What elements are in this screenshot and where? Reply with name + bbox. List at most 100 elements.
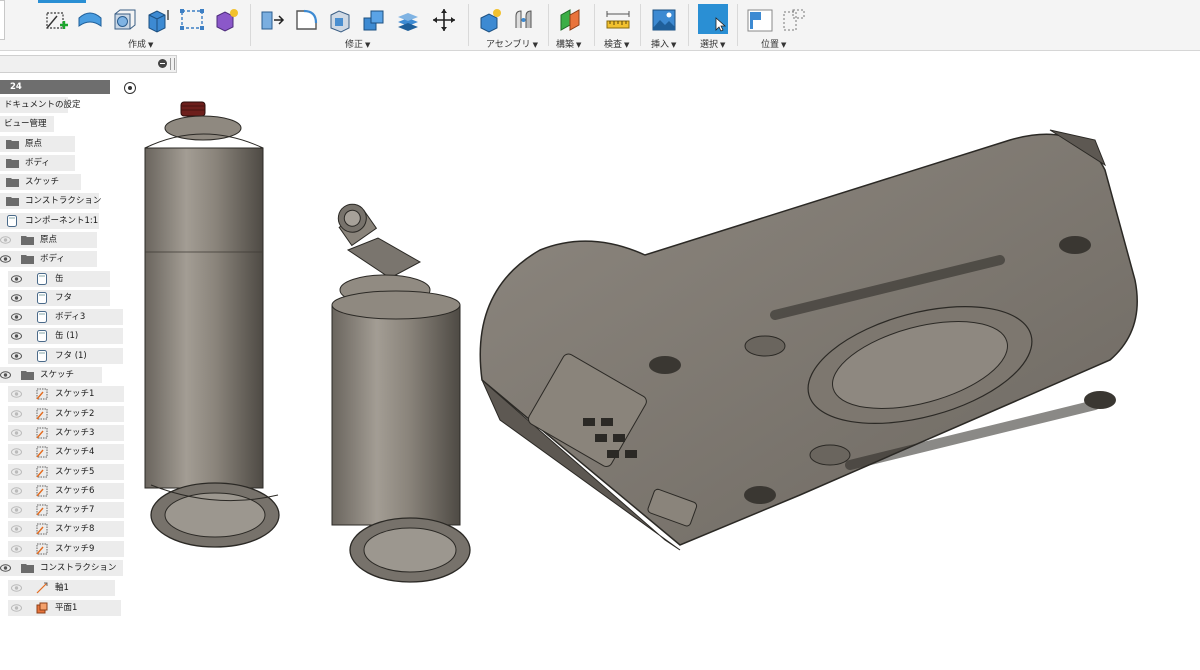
hidden-eye-icon[interactable]	[11, 583, 22, 593]
create-menu[interactable]: 作成 ▼	[128, 37, 153, 50]
move-icon	[433, 9, 455, 31]
body-icon	[7, 215, 17, 227]
browser-item-label: コンストラクション	[40, 563, 117, 573]
body-icon	[37, 273, 47, 285]
offset-plane-icon	[560, 9, 580, 31]
browser-item-label: 平面1	[55, 603, 78, 613]
shell-icon	[330, 10, 350, 33]
offset-plane-button[interactable]	[556, 6, 584, 34]
create-form-button[interactable]	[76, 6, 104, 34]
3d-viewport[interactable]	[120, 100, 1200, 600]
active-tab-indicator	[38, 0, 86, 3]
hidden-eye-icon[interactable]	[11, 409, 22, 419]
toolbar-divider	[594, 4, 595, 46]
toolbar-divider	[250, 4, 251, 46]
split-body-button[interactable]	[394, 6, 422, 34]
folder-icon	[6, 178, 19, 187]
visibility-eye-icon[interactable]	[0, 254, 11, 264]
hidden-eye-icon[interactable]	[11, 486, 22, 496]
folder-icon	[6, 140, 19, 149]
measure-button[interactable]	[604, 6, 632, 34]
visibility-eye-icon[interactable]	[0, 370, 11, 380]
visibility-eye-icon[interactable]	[11, 293, 22, 303]
hidden-eye-icon[interactable]	[11, 447, 22, 457]
combine-button[interactable]	[360, 6, 388, 34]
press-pull-button[interactable]	[258, 6, 286, 34]
axis-icon	[36, 582, 48, 594]
folder-icon	[21, 255, 34, 264]
body-icon	[37, 311, 47, 323]
browser-item-label: ボディ3	[55, 312, 86, 322]
visibility-eye-icon[interactable]	[11, 351, 22, 361]
rectangular-pattern-icon	[180, 9, 204, 30]
select-menu[interactable]: 選択 ▼	[700, 37, 725, 50]
toolbar-divider	[688, 4, 689, 46]
browser-item-label: コンポーネント1:1	[25, 216, 99, 226]
measure-icon	[606, 11, 630, 29]
hidden-eye-icon[interactable]	[11, 544, 22, 554]
construct-menu[interactable]: 構築 ▼	[556, 37, 581, 50]
create-sketch-button[interactable]	[42, 6, 70, 34]
hidden-eye-icon[interactable]	[0, 235, 11, 245]
extrude-button[interactable]	[110, 6, 138, 34]
browser-item-label: スケッチ4	[55, 447, 95, 457]
create-base-feature-button[interactable]	[212, 6, 240, 34]
toolbar-divider	[640, 4, 641, 46]
hidden-eye-icon[interactable]	[11, 524, 22, 534]
position-menu-label: 位置	[761, 40, 780, 50]
visibility-eye-icon[interactable]	[0, 563, 11, 573]
browser-header	[0, 55, 177, 73]
new-component-button[interactable]	[476, 6, 504, 34]
fillet-icon	[296, 9, 318, 30]
shell-button[interactable]	[326, 6, 354, 34]
gas-can-right[interactable]	[331, 199, 471, 583]
box-button[interactable]	[144, 6, 172, 34]
position-menu[interactable]: 位置 ▼	[761, 37, 786, 50]
browser-item-label: 原点	[40, 235, 58, 245]
insert-menu-label: 挿入	[651, 40, 670, 50]
revert-position-button[interactable]	[780, 6, 808, 34]
hidden-eye-icon[interactable]	[11, 428, 22, 438]
browser-item-label: ドキュメントの設定	[4, 100, 81, 110]
browser-item-label: スケッチ1	[55, 389, 95, 399]
insert-canvas-button[interactable]	[650, 6, 678, 34]
inspect-menu-label: 検査	[604, 40, 623, 50]
cursor-icon	[715, 17, 726, 32]
split-body-icon	[398, 13, 418, 31]
gas-can-left[interactable]	[144, 101, 280, 548]
hidden-eye-icon[interactable]	[11, 389, 22, 399]
visibility-eye-icon[interactable]	[11, 312, 22, 322]
collapse-browser-button[interactable]	[158, 59, 167, 68]
modify-menu[interactable]: 修正 ▼	[345, 37, 370, 50]
select-menu-label: 選択	[700, 40, 719, 50]
position-icon	[783, 9, 805, 31]
sketch-icon	[36, 427, 48, 439]
hidden-eye-icon[interactable]	[11, 505, 22, 515]
fillet-button[interactable]	[292, 6, 320, 34]
toolbar: 作成 ▼ 修正 ▼ アセンブリ ▼ 構築 ▼ 検査 ▼ 挿入 ▼ 選択 ▼ 位置…	[0, 0, 1200, 51]
align-icon	[747, 9, 773, 32]
stove-body[interactable]	[479, 129, 1138, 551]
assemble-menu[interactable]: アセンブリ ▼	[486, 37, 538, 50]
sketch-icon	[36, 388, 48, 400]
visibility-eye-icon[interactable]	[11, 331, 22, 341]
joint-button[interactable]	[510, 6, 538, 34]
browser-item-plane[interactable]: 平面1	[0, 600, 176, 616]
workspace-switcher[interactable]	[0, 0, 5, 40]
sketch-icon	[36, 446, 48, 458]
plane-icon	[36, 602, 48, 614]
hidden-eye-icon[interactable]	[11, 467, 22, 477]
active-radio-icon[interactable]	[124, 82, 136, 94]
pattern-button[interactable]	[178, 6, 206, 34]
toolbar-divider	[548, 4, 549, 46]
folder-icon	[6, 197, 19, 206]
panel-grip[interactable]	[170, 58, 175, 70]
move-copy-button[interactable]	[430, 6, 458, 34]
select-button[interactable]	[698, 4, 728, 34]
sketch-icon	[36, 543, 48, 555]
insert-menu[interactable]: 挿入 ▼	[651, 37, 676, 50]
capture-position-button[interactable]	[746, 6, 774, 34]
hidden-eye-icon[interactable]	[11, 603, 22, 613]
inspect-menu[interactable]: 検査 ▼	[604, 37, 629, 50]
visibility-eye-icon[interactable]	[11, 274, 22, 284]
